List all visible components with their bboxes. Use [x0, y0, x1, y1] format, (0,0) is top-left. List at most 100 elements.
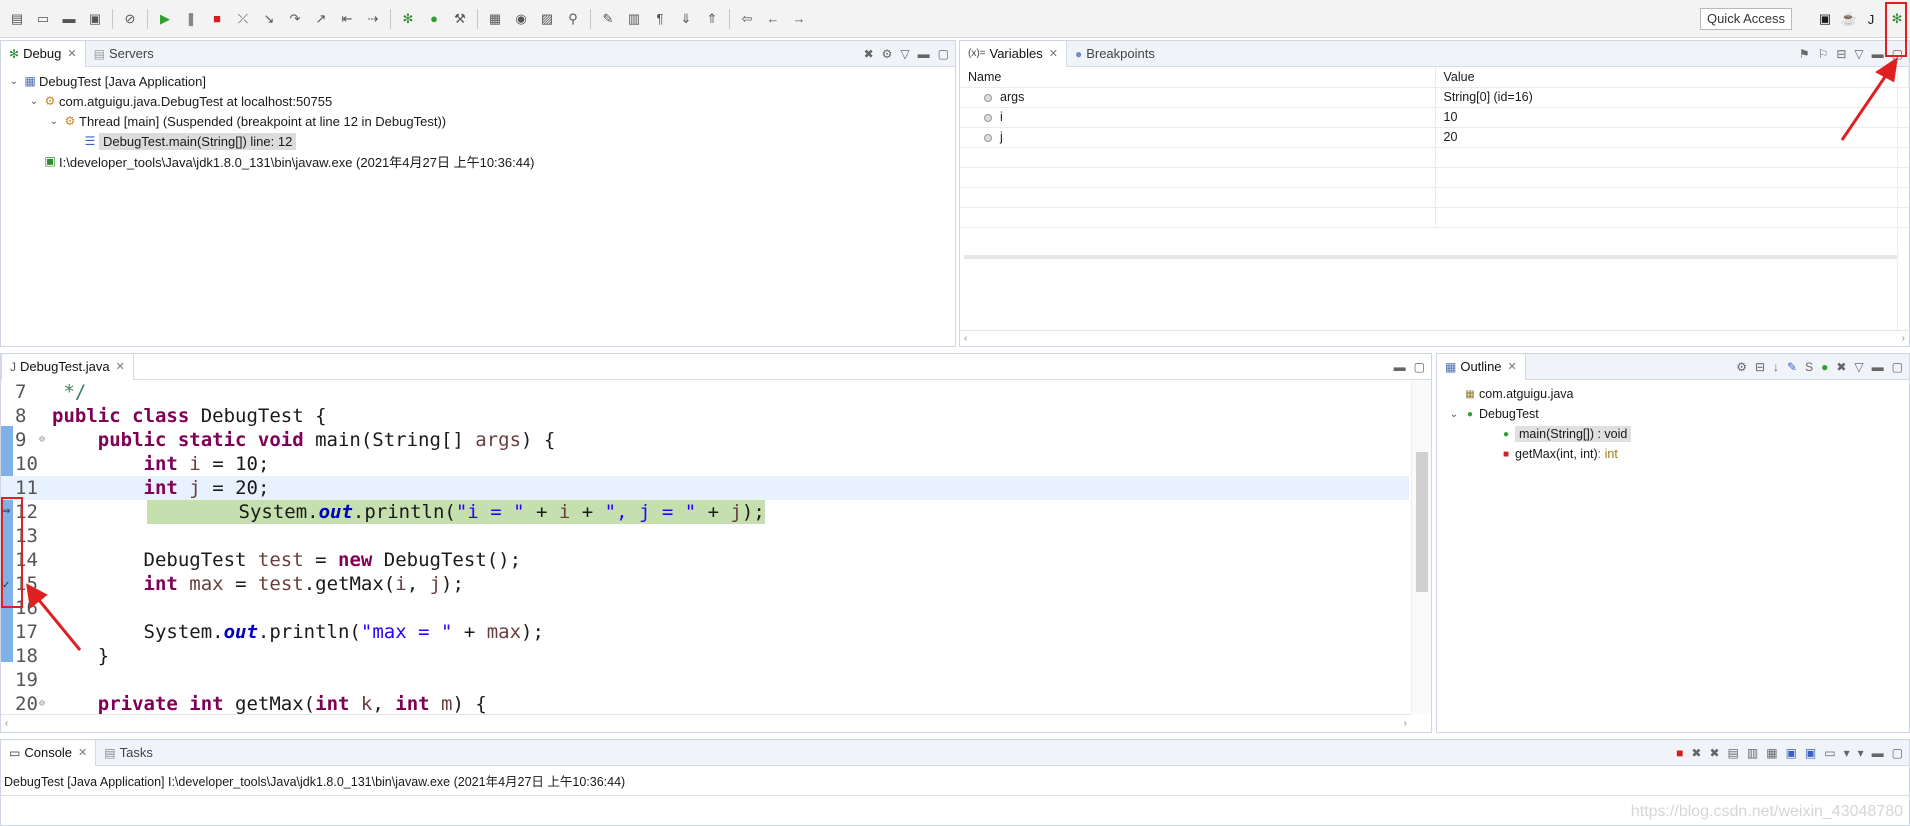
- hide-static-icon[interactable]: S: [1805, 360, 1813, 374]
- next-annotation-icon[interactable]: ⇓: [675, 8, 697, 30]
- step-into-icon[interactable]: ↘: [258, 8, 280, 30]
- external-tools-icon[interactable]: ⚒: [449, 8, 471, 30]
- outline-item[interactable]: ▦ com.atguigu.java: [1437, 384, 1909, 404]
- run-icon[interactable]: ●: [423, 8, 445, 30]
- show-type-names-icon[interactable]: ⚑: [1799, 47, 1810, 61]
- forward-icon[interactable]: →: [788, 8, 810, 30]
- table-row[interactable]: args String[0] (id=16): [960, 87, 1909, 108]
- detail-pane-divider[interactable]: [964, 255, 1897, 259]
- code-line[interactable]: 11 int j = 20;: [1, 476, 1409, 500]
- view-menu-icon[interactable]: ▽: [900, 47, 909, 61]
- close-icon[interactable]: ✕: [1508, 360, 1517, 373]
- toggle-block-selection-icon[interactable]: ▥: [623, 8, 645, 30]
- code-line[interactable]: 18 }: [1, 644, 1409, 668]
- tab-console[interactable]: ▭ Console ✕: [1, 739, 97, 766]
- code-line[interactable]: 17 System.out.println("max = " + max);: [1, 620, 1409, 644]
- code-line[interactable]: 13: [1, 524, 1409, 548]
- open-perspective-icon[interactable]: ▣: [1814, 8, 1836, 30]
- step-over-icon[interactable]: ↷: [284, 8, 306, 30]
- outline-item[interactable]: ● main(String[]) : void: [1437, 424, 1909, 444]
- scroll-lock-icon[interactable]: ▥: [1747, 746, 1758, 760]
- remove-launch-icon[interactable]: ✖: [1691, 746, 1701, 760]
- tree-item[interactable]: ☰ DebugTest.main(String[]) line: 12: [1, 131, 955, 151]
- hide-non-public-icon[interactable]: ●: [1821, 360, 1828, 374]
- maximize-icon[interactable]: ▢: [938, 47, 949, 61]
- save-all-icon[interactable]: ▬: [58, 8, 80, 30]
- last-edit-icon[interactable]: ⇦: [736, 8, 758, 30]
- code-line[interactable]: 10 int i = 10;: [1, 452, 1409, 476]
- new-java-class-icon[interactable]: ◉: [510, 8, 532, 30]
- expand-chevron-icon[interactable]: ⌄: [7, 76, 21, 87]
- tab-variables[interactable]: (x)= Variables ✕: [960, 40, 1067, 67]
- close-icon[interactable]: ✕: [1049, 47, 1058, 60]
- tab-servers[interactable]: ▤ Servers: [86, 41, 162, 67]
- suspend-icon[interactable]: ❚: [180, 8, 202, 30]
- code-line[interactable]: ⊖ 20 private int getMax(int k, int m) {: [1, 692, 1409, 714]
- code-line[interactable]: 15 int max = test.getMax(i, j);: [1, 572, 1409, 596]
- open-console-icon[interactable]: ▾: [1858, 746, 1864, 760]
- show-logical-structure-icon[interactable]: ⚐: [1818, 47, 1829, 61]
- minimize-icon[interactable]: ▬: [1872, 746, 1884, 760]
- use-step-filters-icon[interactable]: ⇢: [362, 8, 384, 30]
- remove-terminated-icon[interactable]: ✖: [864, 47, 874, 61]
- view-menu-icon[interactable]: ▽: [1854, 360, 1863, 374]
- java-ee-perspective-icon[interactable]: ☕: [1838, 8, 1860, 30]
- sort-icon[interactable]: ↓: [1773, 360, 1779, 374]
- show-whitespace-icon[interactable]: ¶: [649, 8, 671, 30]
- close-icon[interactable]: ✕: [67, 47, 76, 60]
- table-row[interactable]: j 20: [960, 127, 1909, 148]
- expand-chevron-icon[interactable]: ⌄: [47, 116, 61, 127]
- remove-all-terminated-icon[interactable]: ✖: [1709, 746, 1719, 760]
- previous-annotation-icon[interactable]: ⇑: [701, 8, 723, 30]
- hide-local-types-icon[interactable]: ✖: [1836, 360, 1846, 374]
- expand-chevron-icon[interactable]: ⌄: [1447, 409, 1461, 420]
- pin-console-icon[interactable]: ▭: [1824, 746, 1835, 760]
- code-line[interactable]: 8 public class DebugTest {: [1, 404, 1409, 428]
- code-line[interactable]: 16: [1, 596, 1409, 620]
- close-icon[interactable]: ✕: [78, 746, 87, 759]
- minimize-icon[interactable]: ▬: [918, 47, 930, 61]
- collapse-all-icon[interactable]: ⊟: [1755, 360, 1765, 374]
- terminate-icon[interactable]: ■: [1676, 746, 1683, 760]
- scroll-left-icon[interactable]: ‹: [964, 333, 967, 344]
- tab-debugtest-java[interactable]: J DebugTest.java ✕: [1, 353, 134, 380]
- outline-item[interactable]: ⌄ ● DebugTest: [1437, 404, 1909, 424]
- vertical-scrollbar[interactable]: [1411, 380, 1431, 714]
- minimize-icon[interactable]: ▬: [1394, 360, 1406, 374]
- tab-tasks[interactable]: ▤ Tasks: [96, 740, 161, 766]
- scrollbar-thumb[interactable]: [1416, 452, 1428, 592]
- view-menu-icon[interactable]: ▽: [1854, 47, 1863, 61]
- show-on-stdout-icon[interactable]: ▣: [1786, 746, 1797, 760]
- minimize-icon[interactable]: ▬: [1872, 360, 1884, 374]
- tree-item[interactable]: ▣ I:\developer_tools\Java\jdk1.8.0_131\bi…: [1, 151, 955, 171]
- debug-icon[interactable]: ✻: [397, 8, 419, 30]
- java-perspective-icon[interactable]: J: [1860, 8, 1882, 30]
- code-line[interactable]: ⊖ 9 public static void main(String[] args…: [1, 428, 1409, 452]
- close-icon[interactable]: ✕: [116, 360, 125, 373]
- vertical-scrollbar[interactable]: [1897, 67, 1909, 330]
- word-wrap-icon[interactable]: ▦: [1766, 746, 1777, 760]
- tab-breakpoints[interactable]: ● Breakpoints: [1067, 41, 1163, 67]
- search-icon[interactable]: ⚲: [562, 8, 584, 30]
- step-return-icon[interactable]: ↗: [310, 8, 332, 30]
- display-console-icon[interactable]: ▾: [1844, 746, 1850, 760]
- new-java-package-icon[interactable]: ▦: [484, 8, 506, 30]
- collapse-all-icon[interactable]: ⊟: [1836, 47, 1846, 61]
- drop-to-frame-icon[interactable]: ⇤: [336, 8, 358, 30]
- open-type-icon[interactable]: ▨: [536, 8, 558, 30]
- maximize-icon[interactable]: ▢: [1892, 47, 1903, 61]
- toggle-mark-occurrences-icon[interactable]: ✎: [597, 8, 619, 30]
- scroll-right-icon[interactable]: ›: [1902, 333, 1905, 344]
- expand-chevron-icon[interactable]: ⌄: [27, 96, 41, 107]
- clear-console-icon[interactable]: ▤: [1728, 746, 1739, 760]
- code-area[interactable]: 7 */8 public class DebugTest {⊖ 9 public s…: [1, 380, 1409, 714]
- code-line[interactable]: 14 DebugTest test = new DebugTest();: [1, 548, 1409, 572]
- quick-access-field[interactable]: Quick Access: [1699, 8, 1792, 30]
- column-name-header[interactable]: Name: [960, 67, 1436, 88]
- tab-outline[interactable]: ▦ Outline ✕: [1437, 353, 1526, 380]
- scroll-left-icon[interactable]: ‹: [5, 718, 8, 729]
- outline-item[interactable]: ■ getMax(int, int) : int: [1437, 444, 1909, 464]
- column-value-header[interactable]: Value: [1435, 67, 1909, 88]
- maximize-icon[interactable]: ▢: [1892, 746, 1903, 760]
- horizontal-scrollbar[interactable]: ‹ ›: [960, 330, 1909, 346]
